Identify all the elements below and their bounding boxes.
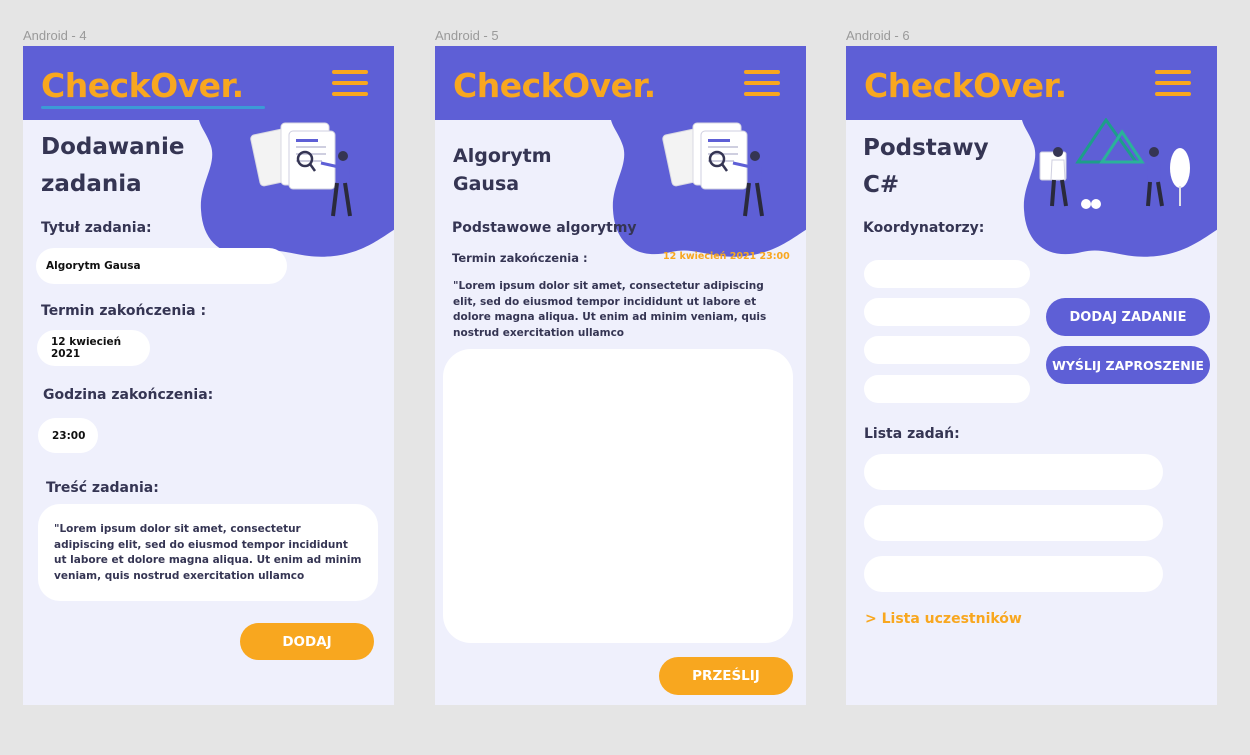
documents-illustration — [250, 122, 352, 217]
participants-list-link[interactable]: > Lista uczestników — [865, 611, 1022, 627]
page-title-line2: zadania — [41, 171, 142, 197]
coordinator-field[interactable] — [864, 298, 1030, 326]
deadline-value: 12 kwiecień 2021 23:00 — [663, 251, 790, 262]
task-title-input[interactable]: Algorytm Gausa — [36, 248, 287, 284]
send-invitation-button[interactable]: WYŚLIJ ZAPROSZENIE — [1046, 346, 1210, 384]
app-logo[interactable]: CheckOver. — [864, 66, 1067, 105]
task-description: "Lorem ipsum dolor sit amet, consectetur… — [453, 280, 767, 339]
task-list-item[interactable] — [864, 505, 1163, 541]
content-label: Treść zadania: — [46, 480, 159, 496]
app-logo[interactable]: CheckOver. — [453, 66, 656, 105]
add-button[interactable]: DODAJ — [240, 623, 374, 660]
documents-illustration — [662, 122, 764, 217]
screen-course: CheckOver. Podstawy C# Koordynatorzy: DO… — [846, 46, 1217, 705]
add-task-button[interactable]: DODAJ ZADANIE — [1046, 298, 1210, 336]
answer-textarea[interactable] — [443, 349, 793, 643]
hamburger-menu-icon[interactable] — [332, 70, 368, 96]
frame-label-android-6: Android - 6 — [846, 28, 910, 43]
coordinator-field[interactable] — [864, 260, 1030, 288]
hour-input[interactable]: 23:00 — [38, 418, 98, 453]
page-title-line1: Dodawanie — [41, 134, 185, 160]
frame-label-android-5: Android - 5 — [435, 28, 499, 43]
task-list-label: Lista zadań: — [864, 426, 960, 442]
course-title-line1: Podstawy — [863, 135, 989, 161]
app-logo[interactable]: CheckOver. — [41, 66, 244, 105]
hamburger-menu-icon[interactable] — [744, 70, 780, 96]
task-title-label: Tytuł zadania: — [41, 220, 152, 236]
frame-label-android-4: Android - 4 — [23, 28, 87, 43]
deadline-label: Termin zakończenia : — [452, 251, 588, 265]
task-list-item[interactable] — [864, 454, 1163, 490]
course-title-line2: C# — [863, 172, 900, 198]
screen-add-task: CheckOver. Dodawanie zadania Tytuł zadan… — [23, 46, 394, 705]
logo-underline — [41, 106, 265, 109]
deadline-date-input[interactable]: 12 kwiecień 2021 — [37, 330, 150, 366]
deadline-label: Termin zakończenia : — [41, 303, 207, 319]
content-textarea[interactable]: "Lorem ipsum dolor sit amet, consectetur… — [38, 504, 378, 601]
send-button[interactable]: PRZEŚLIJ — [659, 657, 793, 695]
coordinator-field[interactable] — [864, 336, 1030, 364]
task-title-line2: Gausa — [453, 173, 520, 195]
task-list-item[interactable] — [864, 556, 1163, 592]
coordinator-field[interactable] — [864, 375, 1030, 403]
team-illustration — [1039, 118, 1190, 209]
task-title-line1: Algorytm — [453, 145, 552, 167]
screen-task-details: CheckOver. Algorytm Gausa Podstawowe alg… — [435, 46, 806, 705]
hamburger-menu-icon[interactable] — [1155, 70, 1191, 96]
subject-name: Podstawowe algorytmy — [452, 220, 637, 236]
hour-label: Godzina zakończenia: — [43, 387, 214, 403]
coordinators-label: Koordynatorzy: — [863, 220, 985, 236]
